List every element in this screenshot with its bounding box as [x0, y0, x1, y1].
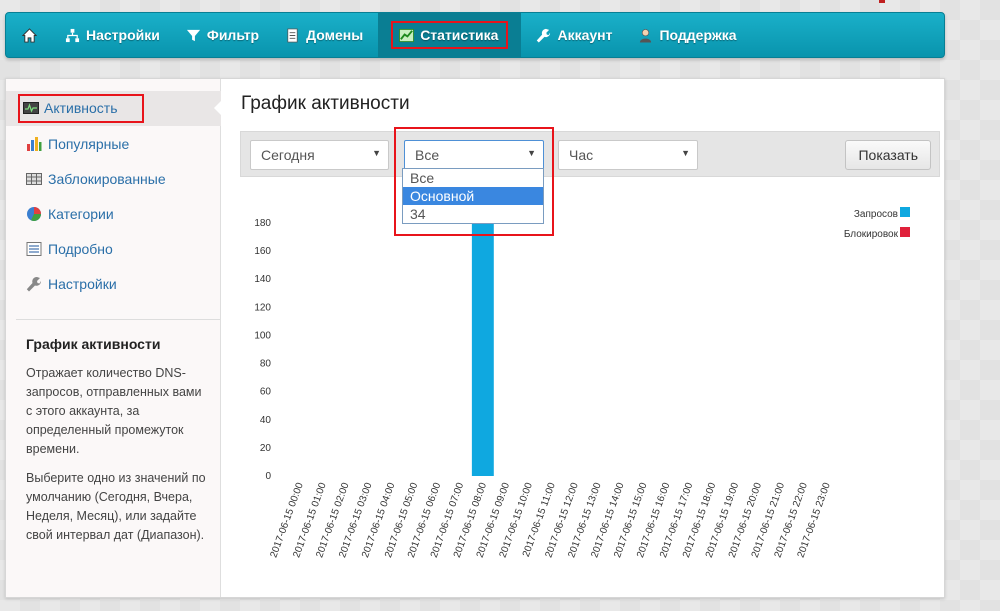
nav-support[interactable]: Поддержка	[625, 12, 749, 58]
y-tick-label: 0	[265, 471, 271, 482]
nav-statistics-label: Статистика	[420, 27, 499, 43]
chart-icon	[399, 28, 415, 43]
profile-option-34[interactable]: 34	[403, 205, 543, 223]
nav-support-label: Поддержка	[659, 27, 737, 43]
show-button[interactable]: Показать	[845, 140, 931, 170]
wrench-icon	[536, 28, 551, 43]
sidebar-help: График активности Отражает количество DN…	[26, 336, 206, 555]
nav-filter-label: Фильтр	[206, 27, 260, 43]
sidebar-item-settings[interactable]: Настройки	[6, 266, 221, 301]
sidebar-item-label: Настройки	[48, 275, 117, 292]
corner-mark	[879, 0, 885, 3]
granularity-select[interactable]: Час ▼	[558, 140, 698, 170]
activity-chart: 0204060801001201401601802017-06-15 00:00…	[254, 207, 910, 559]
main-panel: Активность Популярные Заблокированные Ка…	[5, 78, 945, 598]
nav-settings-label: Настройки	[86, 27, 160, 43]
y-tick-label: 120	[254, 302, 271, 313]
sidebar-menu: Активность Популярные Заблокированные Ка…	[6, 91, 222, 301]
activity-highlight: Активность	[18, 94, 144, 123]
nav-home[interactable]	[6, 12, 52, 58]
home-icon	[22, 27, 37, 43]
help-text-2: Выберите одно из значений по умолчанию (…	[26, 471, 206, 542]
chevron-down-icon: ▼	[372, 148, 381, 158]
filter-icon	[186, 28, 201, 43]
period-select[interactable]: Сегодня ▼	[250, 140, 389, 170]
sidebar-item-activity[interactable]: Активность	[6, 91, 222, 126]
profile-select[interactable]: Все ▼	[404, 140, 544, 170]
sidebar-item-categories[interactable]: Категории	[6, 196, 221, 231]
y-tick-label: 140	[254, 274, 271, 285]
nav-account[interactable]: Аккаунт	[523, 12, 625, 58]
sidebar-item-label: Категории	[48, 205, 114, 222]
pie-chart-icon	[26, 206, 42, 222]
y-tick-label: 180	[254, 218, 271, 229]
y-tick-label: 80	[260, 359, 272, 370]
profile-select-value: Все	[415, 147, 440, 163]
y-tick-label: 160	[254, 246, 271, 257]
profile-option-main[interactable]: Основной	[403, 187, 543, 205]
filter-bar: Сегодня ▼ Все ▼ Час ▼ Показать	[240, 131, 940, 177]
nav-domains[interactable]: Домены	[272, 12, 376, 58]
nav-filter[interactable]: Фильтр	[173, 12, 272, 58]
legend-label: Блокировок	[844, 229, 899, 240]
help-title: График активности	[26, 336, 161, 352]
top-navbar: Настройки Фильтр Домены Статистика Аккау…	[5, 12, 945, 58]
legend-swatch	[900, 207, 910, 217]
statistics-highlight: Статистика	[391, 21, 509, 49]
sidebar-item-label: Подробно	[48, 240, 113, 257]
legend-swatch	[900, 227, 910, 237]
y-tick-label: 60	[260, 387, 272, 398]
help-text-1: Отражает количество DNS-запросов, отправ…	[26, 366, 202, 456]
y-tick-label: 100	[254, 330, 271, 341]
nav-statistics[interactable]: Статистика	[378, 12, 522, 58]
y-tick-label: 20	[260, 443, 272, 454]
sidebar-item-popular[interactable]: Популярные	[6, 126, 221, 161]
chevron-down-icon: ▼	[681, 148, 690, 158]
granularity-select-value: Час	[569, 147, 594, 163]
sidebar-item-blocked[interactable]: Заблокированные	[6, 161, 221, 196]
nav-account-label: Аккаунт	[557, 27, 613, 43]
document-icon	[285, 28, 300, 43]
user-icon	[638, 28, 653, 43]
blocked-grid-icon	[26, 171, 42, 187]
page-title: График активности	[241, 93, 410, 114]
sidebar: Активность Популярные Заблокированные Ка…	[6, 79, 222, 597]
wrench-icon	[26, 276, 42, 292]
nav-settings[interactable]: Настройки	[52, 12, 173, 58]
period-select-value: Сегодня	[261, 147, 315, 163]
activity-icon	[23, 100, 39, 116]
bar-requests	[471, 208, 494, 476]
profile-dropdown-list: Все Основной 34	[402, 168, 544, 224]
legend-label: Запросов	[854, 209, 898, 220]
sidebar-item-label: Активность	[44, 100, 118, 116]
sidebar-divider	[16, 319, 220, 320]
profile-option-all[interactable]: Все	[403, 169, 543, 187]
sidebar-item-label: Заблокированные	[48, 170, 166, 187]
bar-chart-icon	[26, 136, 42, 152]
sidebar-item-label: Популярные	[48, 135, 130, 152]
content-area: График активности Сегодня ▼ Все ▼ Час ▼ …	[221, 79, 944, 597]
chevron-down-icon: ▼	[527, 148, 536, 158]
sidebar-item-detailed[interactable]: Подробно	[6, 231, 221, 266]
list-icon	[26, 241, 42, 257]
sitemap-icon	[65, 28, 80, 43]
nav-domains-label: Домены	[306, 27, 364, 43]
y-tick-label: 40	[260, 415, 272, 426]
